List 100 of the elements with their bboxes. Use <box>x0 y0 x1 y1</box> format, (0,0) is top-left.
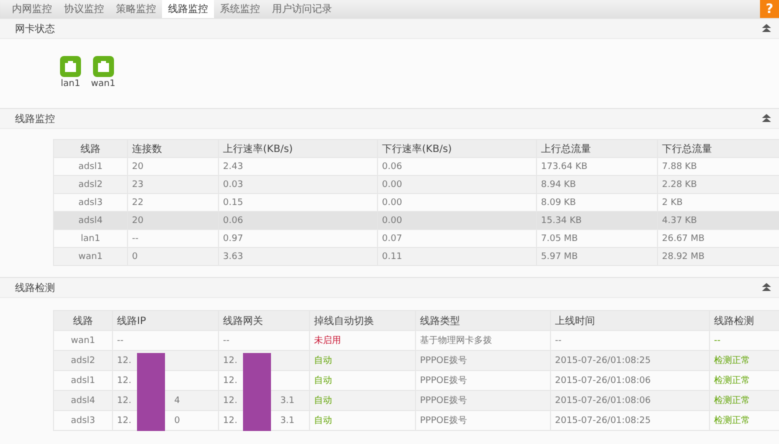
table-cell: 26.67 MB <box>658 230 779 248</box>
table-cell: 3.1 <box>280 416 295 426</box>
table-cell: 0.00 <box>378 194 536 212</box>
table-cell: adsl4 <box>54 212 128 230</box>
column-header: 线路网关 <box>218 310 310 330</box>
table-cell: 0.97 <box>218 230 378 248</box>
status-text: 检测正常 <box>714 416 750 426</box>
table-cell: 12. <box>117 416 132 426</box>
table-cell: -- <box>550 330 710 350</box>
column-header: 线路IP <box>112 310 218 330</box>
section-title: 线路检测 <box>15 282 55 294</box>
table-cell: PPPOE拨号 <box>416 370 550 390</box>
tab[interactable]: 系统监控 <box>214 0 266 18</box>
table-cell: 3.63 <box>218 248 378 266</box>
table-cell: 23 <box>128 176 218 194</box>
table-cell: -- <box>117 336 124 346</box>
help-button[interactable]: ? <box>760 0 779 18</box>
table-cell: 0 <box>174 416 180 426</box>
table-cell: wan1 <box>54 330 112 350</box>
table-cell: 20 <box>128 158 218 176</box>
table-cell: 8.94 KB <box>536 176 658 194</box>
column-header: 线路 <box>54 140 128 158</box>
table-cell: -- <box>223 336 230 346</box>
table-cell: 4 <box>174 396 180 406</box>
tab[interactable]: 线路监控 <box>162 0 214 18</box>
table-cell: adsl3 <box>54 410 112 430</box>
tab[interactable]: 用户访问记录 <box>266 0 338 18</box>
table-cell: 0.00 <box>378 212 536 230</box>
table-cell: 0.00 <box>378 176 536 194</box>
network-port-icon[interactable] <box>92 56 114 77</box>
table-cell: 2.43 <box>218 158 378 176</box>
table-cell: 12. <box>223 396 238 406</box>
table-cell: 7.88 KB <box>658 158 779 176</box>
collapse-icon[interactable] <box>762 114 771 123</box>
column-header: 上行总流量 <box>536 140 658 158</box>
table-cell: 0.15 <box>218 194 378 212</box>
port-label: lan1 <box>60 79 80 89</box>
table-cell: PPPOE拨号 <box>416 350 550 370</box>
table-cell: 2 KB <box>658 194 779 212</box>
table-cell: 0.11 <box>378 248 536 266</box>
table-cell: adsl2 <box>54 176 128 194</box>
table-cell: 0.03 <box>218 176 378 194</box>
collapse-icon[interactable] <box>762 283 771 292</box>
status-text: 自动 <box>314 356 332 366</box>
table-cell: 2.28 KB <box>658 176 779 194</box>
table-cell: PPPOE拨号 <box>416 410 550 430</box>
table-cell: -- <box>128 230 218 248</box>
table-cell: 12. <box>223 416 238 426</box>
column-header: 线路检测 <box>710 310 779 330</box>
tab[interactable]: 协议监控 <box>58 0 110 18</box>
column-header: 线路类型 <box>416 310 550 330</box>
table-cell: 12. <box>223 356 238 366</box>
tab[interactable]: 内网监控 <box>6 0 58 18</box>
collapse-icon[interactable] <box>762 24 771 33</box>
table-cell: 2015-07-26/01:08:25 <box>550 350 710 370</box>
column-header: 掉线自动切换 <box>310 310 416 330</box>
status-text: 检测正常 <box>714 376 750 386</box>
status-text: 检测正常 <box>714 396 750 406</box>
port-label: wan1 <box>91 79 116 89</box>
table-cell: 2015-07-26/01:08:25 <box>550 410 710 430</box>
table-cell: 7.05 MB <box>536 230 658 248</box>
status-text: 未启用 <box>314 336 341 346</box>
table-cell: 15.34 KB <box>536 212 658 230</box>
table-cell: 3.1 <box>280 396 295 406</box>
status-text: 自动 <box>314 416 332 426</box>
table-cell: 0.06 <box>378 158 536 176</box>
status-text: -- <box>714 336 720 346</box>
column-header: 连接数 <box>128 140 218 158</box>
column-header: 线路 <box>54 310 112 330</box>
table-cell: adsl3 <box>54 194 128 212</box>
table-cell: adsl4 <box>54 390 112 410</box>
table-cell: lan1 <box>54 230 128 248</box>
section-title: 网卡状态 <box>15 22 55 36</box>
table-cell: 173.64 KB <box>536 158 658 176</box>
column-header: 下行总流量 <box>658 140 779 158</box>
table-cell: 20 <box>128 212 218 230</box>
table-cell: 0 <box>128 248 218 266</box>
column-header: 下行速率(KB/s) <box>378 140 536 158</box>
table-cell: 0.07 <box>378 230 536 248</box>
tab[interactable]: 策略监控 <box>110 0 162 18</box>
table-cell: 8.09 KB <box>536 194 658 212</box>
table-cell: wan1 <box>54 248 128 266</box>
table-cell: 12. <box>223 376 238 386</box>
table-cell: 12. <box>117 396 132 406</box>
table-cell: 22 <box>128 194 218 212</box>
table-cell: 12. <box>117 376 132 386</box>
table-cell: 5.97 MB <box>536 248 658 266</box>
table-cell: PPPOE拨号 <box>416 390 550 410</box>
table-cell: 12. <box>117 356 132 366</box>
column-header: 上行速率(KB/s) <box>218 140 378 158</box>
status-text: 自动 <box>314 396 332 406</box>
status-text: 自动 <box>314 376 332 386</box>
table-cell: adsl1 <box>54 370 112 390</box>
table-cell: 4.37 KB <box>658 212 779 230</box>
column-header: 上线时间 <box>550 310 710 330</box>
table-cell: 基于物理网卡多拨 <box>416 330 550 350</box>
table-cell: adsl2 <box>54 350 112 370</box>
status-text: 检测正常 <box>714 356 750 366</box>
network-port-icon[interactable] <box>60 56 81 77</box>
section-title: 线路监控 <box>15 112 55 126</box>
